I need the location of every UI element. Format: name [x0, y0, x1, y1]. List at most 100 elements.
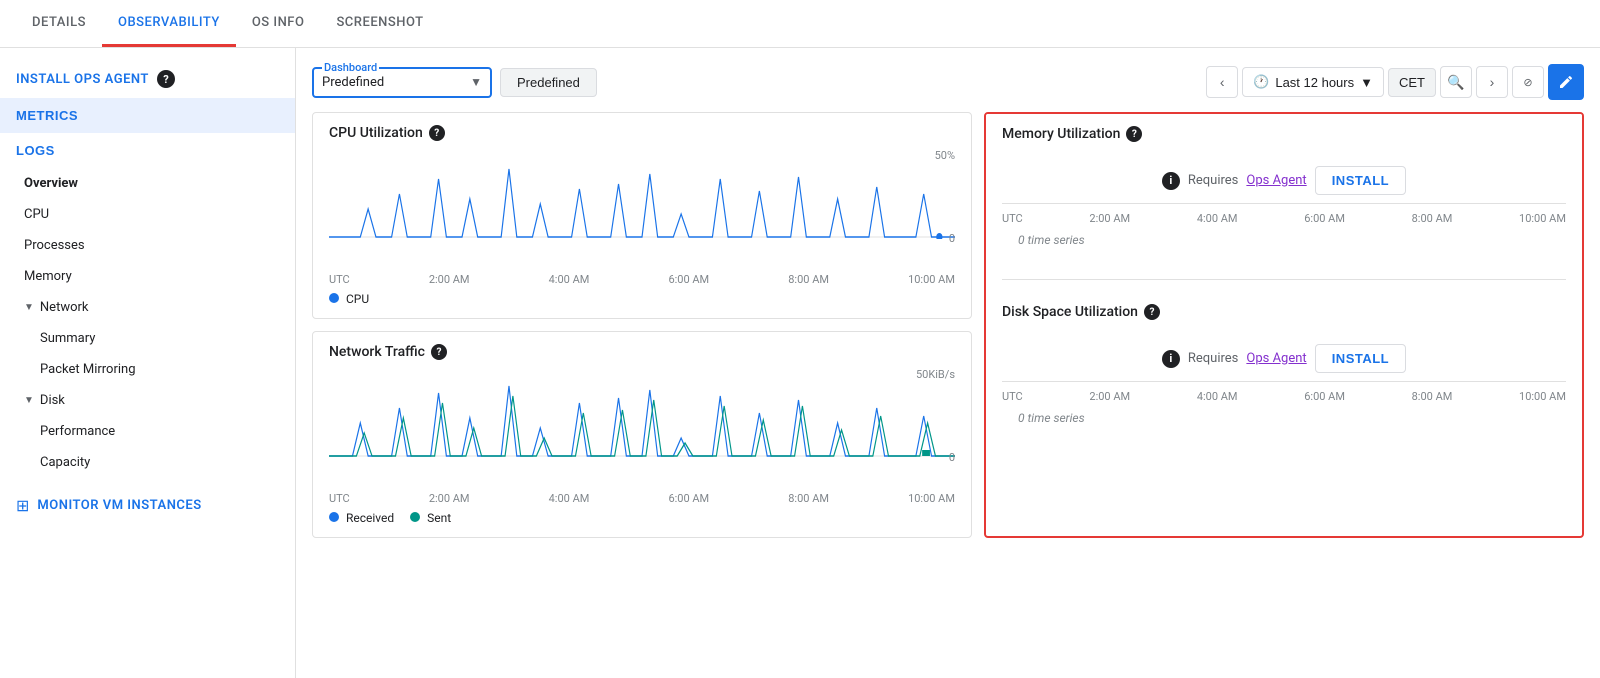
- cpu-x-labels: UTC 2:00 AM 4:00 AM 6:00 AM 8:00 AM 10:0…: [329, 273, 955, 286]
- charts-left: CPU Utilization ? 50% 0: [312, 112, 972, 538]
- time-range-label: Last 12 hours: [1275, 75, 1354, 90]
- edit-button[interactable]: [1548, 64, 1584, 100]
- charts-right: Memory Utilization ? i Requires Ops Agen…: [984, 112, 1584, 538]
- cpu-y-zero: 0: [949, 232, 955, 245]
- network-expand-icon: ▼: [24, 302, 34, 313]
- top-tabs: DETAILS OBSERVABILITY OS INFO SCREENSHOT: [0, 0, 1600, 48]
- predefined-button[interactable]: Predefined: [500, 68, 597, 97]
- memory-divider: [1002, 203, 1566, 204]
- disk-requires-body: i Requires Ops Agent INSTALL: [1002, 320, 1566, 381]
- network-legend: Received Sent: [329, 511, 955, 525]
- memory-info-icon: i: [1162, 172, 1180, 190]
- memory-label: Memory: [24, 269, 72, 284]
- network-title-text: Network Traffic: [329, 344, 425, 360]
- cpu-chart-card: CPU Utilization ? 50% 0: [312, 112, 972, 319]
- tab-details[interactable]: DETAILS: [16, 1, 102, 47]
- cpu-label: CPU: [24, 207, 49, 222]
- disk-install-button[interactable]: INSTALL: [1315, 344, 1406, 373]
- sent-legend: Sent: [410, 511, 451, 525]
- packet-mirroring-label: Packet Mirroring: [40, 362, 136, 377]
- timezone-button[interactable]: CET: [1388, 68, 1436, 97]
- memory-requires-body: i Requires Ops Agent INSTALL: [1002, 142, 1566, 203]
- sidebar-item-network[interactable]: ▼ Network: [0, 292, 295, 323]
- network-label: Network: [40, 300, 89, 315]
- install-ops-agent-help-icon[interactable]: ?: [157, 70, 175, 88]
- memory-ops-agent-link[interactable]: Ops Agent: [1246, 173, 1306, 188]
- disk-time-series-label: 0 time series: [1002, 407, 1566, 433]
- content-toolbar: Dashboard Predefined ▼ Predefined ‹ 🕐 La…: [296, 60, 1600, 112]
- monitor-vm-section: ⊞ MONITOR VM INSTANCES: [0, 486, 295, 525]
- processes-label: Processes: [24, 238, 85, 253]
- metrics-button[interactable]: METRICS: [0, 98, 295, 133]
- cpu-y-label: 50%: [935, 149, 955, 162]
- sidebar-item-memory[interactable]: Memory: [0, 261, 295, 292]
- cpu-help-icon[interactable]: ?: [429, 125, 445, 141]
- dashboard-label: Dashboard: [322, 61, 379, 74]
- network-help-icon[interactable]: ?: [431, 344, 447, 360]
- network-x-labels: UTC 2:00 AM 4:00 AM 6:00 AM 8:00 AM 10:0…: [329, 492, 955, 505]
- received-legend-label: Received: [346, 511, 394, 525]
- sidebar-item-cpu[interactable]: CPU: [0, 199, 295, 230]
- edit-icon: [1558, 74, 1574, 90]
- capacity-label: Capacity: [40, 455, 90, 470]
- content-area: Dashboard Predefined ▼ Predefined ‹ 🕐 La…: [296, 48, 1600, 678]
- cpu-legend-dot: CPU: [329, 292, 369, 306]
- performance-label: Performance: [40, 424, 115, 439]
- network-y-label: 50KiB/s: [916, 368, 955, 381]
- toolbar-right: ‹ 🕐 Last 12 hours ▼ CET 🔍 › ⊘: [1206, 64, 1584, 100]
- disk-title-text: Disk Space Utilization: [1002, 304, 1138, 320]
- clock-icon: 🕐: [1253, 74, 1269, 90]
- sidebar-item-overview[interactable]: Overview: [0, 168, 295, 199]
- disk-ops-agent-link[interactable]: Ops Agent: [1246, 351, 1306, 366]
- compare-button[interactable]: ⊘: [1512, 66, 1544, 98]
- sidebar-item-performance[interactable]: Performance: [0, 416, 295, 447]
- sidebar: INSTALL OPS AGENT ? METRICS LOGS Overvie…: [0, 48, 296, 678]
- disk-label: Disk: [40, 393, 65, 408]
- sidebar-item-summary[interactable]: Summary: [0, 323, 295, 354]
- cpu-legend: CPU: [329, 292, 955, 306]
- memory-help-icon[interactable]: ?: [1126, 126, 1142, 142]
- right-divider: [1002, 279, 1566, 280]
- disk-info-icon: i: [1162, 350, 1180, 368]
- memory-title-text: Memory Utilization: [1002, 126, 1120, 142]
- overview-label: Overview: [24, 176, 78, 191]
- summary-label: Summary: [40, 331, 95, 346]
- dashboard-dropdown[interactable]: Dashboard Predefined ▼: [312, 67, 492, 98]
- install-ops-agent-section: INSTALL OPS AGENT ?: [0, 60, 295, 98]
- charts-grid: CPU Utilization ? 50% 0: [296, 112, 1600, 538]
- disk-expand-icon: ▼: [24, 395, 34, 406]
- main-layout: INSTALL OPS AGENT ? METRICS LOGS Overvie…: [0, 48, 1600, 678]
- sidebar-item-capacity[interactable]: Capacity: [0, 447, 295, 478]
- prev-button[interactable]: ‹: [1206, 66, 1238, 98]
- install-ops-agent-link[interactable]: INSTALL OPS AGENT: [16, 72, 149, 87]
- memory-time-series-label: 0 time series: [1002, 229, 1566, 255]
- network-y-zero: 0: [949, 451, 955, 464]
- cpu-legend-label: CPU: [346, 292, 369, 306]
- memory-requires-text: Requires: [1188, 173, 1239, 188]
- monitor-vm-link[interactable]: MONITOR VM INSTANCES: [37, 498, 201, 513]
- disk-help-icon[interactable]: ?: [1144, 304, 1160, 320]
- memory-x-labels: UTC 2:00 AM 4:00 AM 6:00 AM 8:00 AM 10:0…: [1002, 208, 1566, 229]
- memory-chart-title: Memory Utilization ?: [1002, 126, 1566, 142]
- network-chart-area: 50KiB/s 0: [329, 368, 955, 488]
- disk-chart-title: Disk Space Utilization ?: [1002, 304, 1566, 320]
- search-button[interactable]: 🔍: [1440, 66, 1472, 98]
- dashboard-select[interactable]: Predefined ▼: [322, 73, 482, 92]
- cpu-chart-title: CPU Utilization ?: [329, 125, 955, 141]
- sent-legend-label: Sent: [427, 511, 451, 525]
- time-dropdown-arrow-icon: ▼: [1360, 75, 1373, 90]
- tab-screenshot[interactable]: SCREENSHOT: [320, 1, 439, 47]
- memory-install-button[interactable]: INSTALL: [1315, 166, 1406, 195]
- sidebar-item-processes[interactable]: Processes: [0, 230, 295, 261]
- disk-chart-card: Disk Space Utilization ? i Requires Ops …: [986, 292, 1582, 445]
- received-legend: Received: [329, 511, 394, 525]
- tab-os-info[interactable]: OS INFO: [236, 1, 321, 47]
- sidebar-item-disk[interactable]: ▼ Disk: [0, 385, 295, 416]
- logs-button[interactable]: LOGS: [0, 133, 295, 168]
- time-range-button[interactable]: 🕐 Last 12 hours ▼: [1242, 67, 1384, 97]
- next-button[interactable]: ›: [1476, 66, 1508, 98]
- dropdown-arrow-icon: ▼: [470, 75, 482, 89]
- disk-requires-text: Requires: [1188, 351, 1239, 366]
- tab-observability[interactable]: OBSERVABILITY: [102, 1, 236, 47]
- sidebar-item-packet-mirroring[interactable]: Packet Mirroring: [0, 354, 295, 385]
